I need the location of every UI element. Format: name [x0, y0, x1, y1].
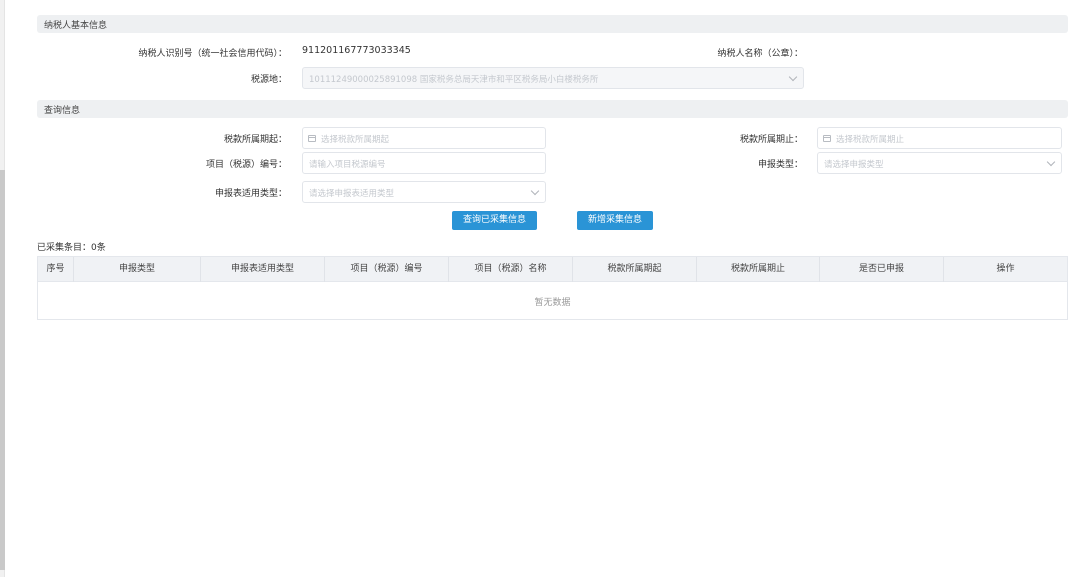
form-type-select[interactable]: 请选择申报表适用类型: [302, 181, 546, 203]
scrollbar-thumb[interactable]: [0, 170, 5, 570]
collected-table: 序号 申报类型 申报表适用类型 项目（税源）编号 项目（税源）名称 税款所属期起…: [37, 256, 1068, 320]
query-collected-button[interactable]: 查询已采集信息: [452, 211, 537, 230]
col-header-project-no: 项目（税源）编号: [325, 257, 449, 282]
taxpayer-id-value: 911201167773033345: [302, 45, 411, 56]
chevron-down-icon: [530, 186, 540, 196]
col-header-actions: 操作: [996, 264, 1015, 274]
col-header-form-type: 申报表适用类型: [201, 257, 325, 282]
declare-type-placeholder: 请选择申报类型: [824, 160, 884, 170]
col-header-declared: 是否已申报: [820, 257, 944, 282]
section-title: 查询信息: [44, 106, 81, 116]
calendar-icon: [308, 135, 316, 142]
tax-source-select[interactable]: 10111249000025891098 国家税务总局天津市和平区税务局小白楼税…: [302, 67, 804, 89]
chevron-down-icon: [1046, 157, 1056, 167]
section-header-query: 查询信息: [37, 100, 1068, 118]
form-type-label: 申报表适用类型：: [214, 189, 287, 199]
tax-source-value: 10111249000025891098 国家税务总局天津市和平区税务局小白楼税…: [309, 75, 599, 85]
table-header: 序号 申报类型 申报表适用类型 项目（税源）编号 项目（税源）名称 税款所属期起…: [38, 257, 1067, 282]
calendar-icon: [823, 135, 831, 142]
project-no-placeholder: 请输入项目税源编号: [309, 160, 386, 170]
add-collection-button[interactable]: 新增采集信息: [577, 211, 653, 230]
section-title: 纳税人基本信息: [44, 21, 108, 31]
collected-count: 已采集条目：0条: [37, 243, 106, 253]
declare-type-label: 申报类型：: [757, 160, 803, 170]
col-header-period-end: 税款所属期止: [697, 257, 820, 282]
period-end-placeholder: 选择税款所属期止: [836, 135, 905, 145]
period-start-placeholder: 选择税款所属期起: [321, 135, 390, 145]
project-no-input[interactable]: 请输入项目税源编号: [302, 152, 546, 174]
form-type-placeholder: 请选择申报表适用类型: [309, 189, 395, 199]
col-header-index: 序号: [38, 257, 74, 282]
project-no-label: 项目（税源）编号：: [205, 160, 287, 170]
left-scrollbar[interactable]: [0, 0, 5, 577]
section-header-taxpayer: 纳税人基本信息: [37, 15, 1068, 33]
col-header-project-name: 项目（税源）名称: [449, 257, 573, 282]
tax-source-label: 税源地：: [250, 75, 287, 85]
col-header-declare-type: 申报类型: [74, 257, 201, 282]
chevron-down-icon: [788, 72, 798, 82]
empty-state-text: 暂无数据: [534, 298, 571, 308]
taxpayer-id-label: 纳税人识别号（统一社会信用代码）：: [138, 49, 287, 59]
period-end-label: 税款所属期止：: [739, 135, 803, 145]
col-header-period-start: 税款所属期起: [573, 257, 697, 282]
period-end-input[interactable]: 选择税款所属期止: [817, 127, 1062, 149]
taxpayer-name-label: 纳税人名称（公章）：: [717, 49, 803, 59]
period-start-label: 税款所属期起：: [223, 135, 287, 145]
period-start-input[interactable]: 选择税款所属期起: [302, 127, 546, 149]
declare-type-select[interactable]: 请选择申报类型: [817, 152, 1062, 174]
